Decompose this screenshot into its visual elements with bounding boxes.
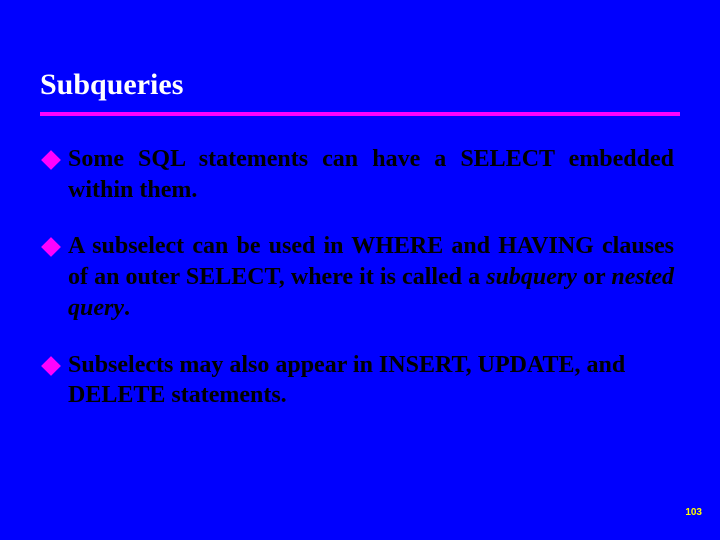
title-underline — [40, 112, 680, 116]
slide: Subqueries Some SQL statements can have … — [0, 0, 720, 540]
slide-title: Subqueries — [40, 68, 680, 106]
bullet-text: A subselect can be used in WHERE and HAV… — [68, 231, 674, 323]
bullet-list: Some SQL statements can have a SELECT em… — [40, 144, 680, 411]
diamond-bullet-icon — [41, 356, 61, 376]
bullet-item: Some SQL statements can have a SELECT em… — [44, 144, 674, 205]
bullet-text: Some SQL statements can have a SELECT em… — [68, 144, 674, 205]
page-number: 103 — [685, 507, 702, 518]
bullet-text: Subselects may also appear in INSERT, UP… — [68, 350, 674, 411]
diamond-bullet-icon — [41, 150, 61, 170]
bullet-text-part: . — [124, 295, 130, 321]
bullet-item: A subselect can be used in WHERE and HAV… — [44, 231, 674, 323]
bullet-text-part: or — [577, 264, 611, 290]
bullet-text-emphasis: subquery — [486, 264, 577, 290]
diamond-bullet-icon — [41, 238, 61, 258]
bullet-item: Subselects may also appear in INSERT, UP… — [44, 350, 674, 411]
